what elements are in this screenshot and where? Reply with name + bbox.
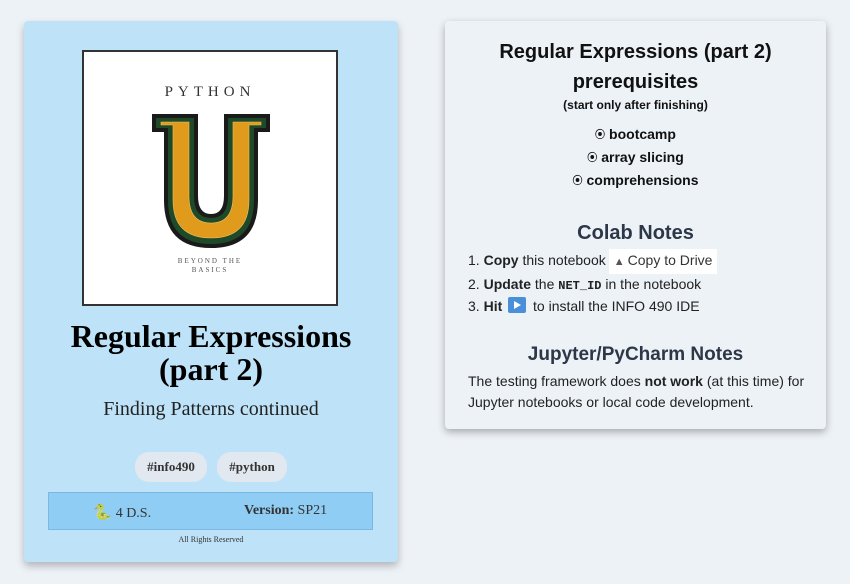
prereq-item[interactable]: ⦿ comprehensions — [445, 170, 826, 193]
notes-card: Regular Expressions (part 2) prerequisit… — [445, 21, 826, 429]
course-subtitle: Finding Patterns continued — [103, 398, 319, 420]
step-2: 2. Update the NET_ID in the notebook — [468, 275, 702, 293]
cover-image: PYTHON BEYOND THE BASICS — [82, 50, 338, 306]
cover-letter-u-icon — [152, 114, 270, 248]
notes-title: Regular Expressions (part 2) — [499, 41, 772, 63]
prereq-item[interactable]: ⦿ bootcamp — [445, 124, 826, 147]
jupyter-note: The testing framework does not work (at … — [468, 373, 805, 410]
cover-bottom-text: BEYOND THE BASICS — [177, 257, 243, 274]
rights-notice: All Rights Reserved — [178, 535, 244, 544]
course-card: PYTHON BEYOND THE BASICS Regular Express… — [24, 21, 398, 562]
play-icon[interactable] — [508, 297, 527, 313]
tag-python[interactable]: #python — [217, 452, 287, 482]
prereq-item[interactable]: ⦿ array slicing — [445, 147, 826, 170]
tag-info490[interactable]: #info490 — [135, 452, 207, 482]
step-1: 1. Copy this notebook ▲ Copy to Drive — [468, 249, 718, 274]
card-footer: 🐍 4 D.S. Version: SP21 — [48, 492, 373, 530]
jupyter-heading: Jupyter/PyCharm Notes — [527, 344, 744, 365]
author-info: 🐍 4 D.S. — [93, 505, 152, 521]
prereq-heading: prerequisites — [572, 71, 699, 93]
cover-top-text: PYTHON — [164, 84, 256, 100]
google-drive-icon: ▲ — [613, 256, 625, 268]
step-3: 3. Hit to install the INFO 490 IDE — [468, 297, 700, 314]
version-info: Version: SP21 — [244, 503, 328, 518]
prereq-note: (start only after finishing) — [563, 98, 708, 112]
radio-bullet-icon: ⦿ — [595, 130, 606, 141]
radio-bullet-icon: ⦿ — [572, 176, 583, 187]
colab-heading: Colab Notes — [577, 222, 694, 244]
snake-icon: 🐍 — [93, 505, 112, 521]
radio-bullet-icon: ⦿ — [587, 153, 598, 164]
colab-steps: 1. Copy this notebook ▲ Copy to Drive 2. U… — [468, 249, 718, 317]
prereq-list: ⦿ bootcamp ⦿ array slicing ⦿ comprehensions — [445, 124, 826, 193]
tag-list: #info490 #python — [24, 452, 398, 482]
copy-to-drive-button[interactable]: ▲ Copy to Drive — [608, 249, 718, 274]
course-title: Regular Expressions (part 2) — [70, 318, 352, 387]
